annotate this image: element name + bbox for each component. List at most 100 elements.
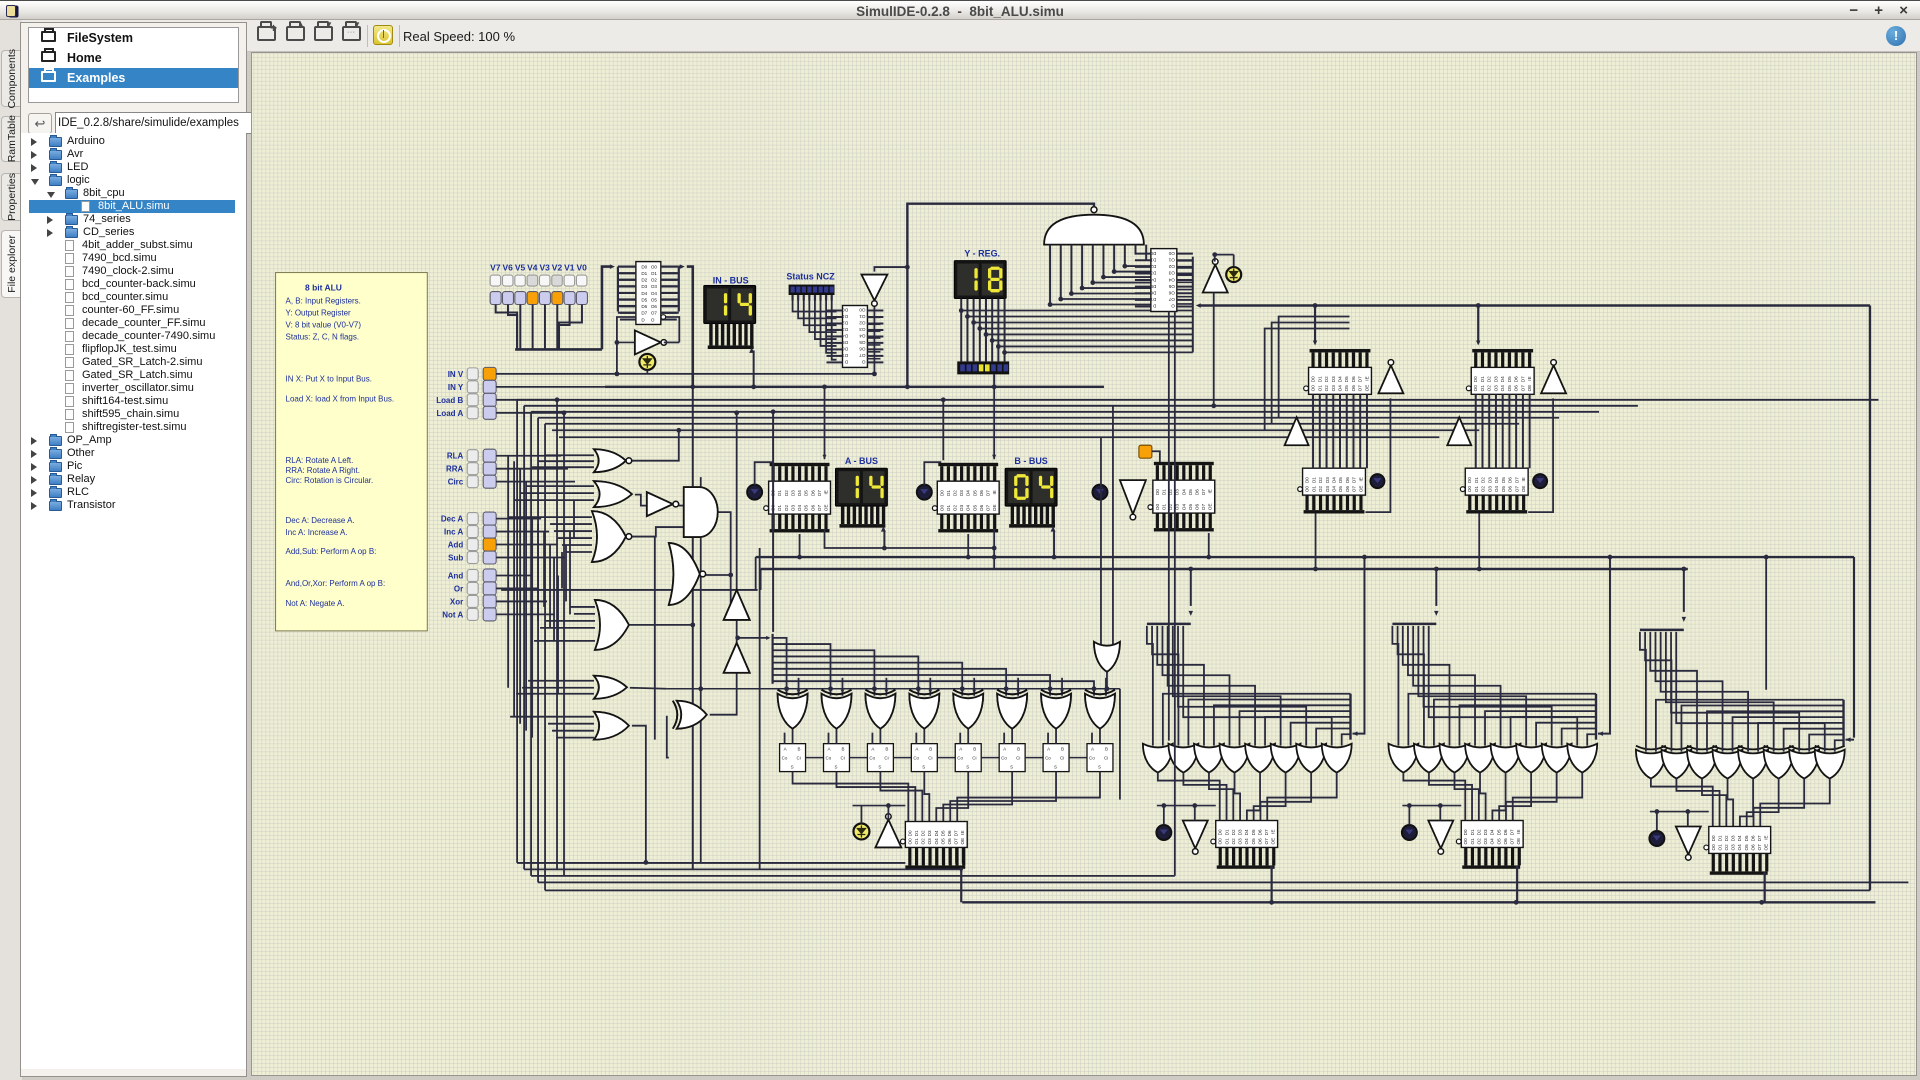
svg-text:O5: O5: [651, 297, 658, 302]
svg-text:D5: D5: [1744, 835, 1749, 841]
svg-text:D5: D5: [1150, 284, 1156, 289]
svg-text:O7: O7: [1520, 385, 1525, 392]
svg-text:O2: O2: [859, 321, 866, 326]
svg-text:D2: D2: [641, 278, 647, 283]
svg-text:D3: D3: [641, 284, 647, 289]
svg-text:D7: D7: [1150, 297, 1156, 302]
svg-text:D4: D4: [934, 830, 939, 836]
svg-text:D0: D0: [1463, 829, 1468, 835]
svg-text:OE: OE: [1516, 838, 1521, 845]
svg-text:Co: Co: [782, 756, 788, 761]
svg-text:D6: D6: [1195, 489, 1200, 495]
svg-text:A: A: [871, 747, 874, 752]
svg-text:O1: O1: [859, 314, 866, 319]
svg-text:O3: O3: [1331, 385, 1336, 392]
svg-text:D5: D5: [1251, 829, 1256, 835]
svg-text:D1: D1: [777, 490, 782, 496]
svg-text:Not A: Not A: [442, 610, 463, 619]
svg-text:D2: D2: [952, 490, 957, 496]
svg-text:S: S: [878, 765, 881, 770]
svg-text:O5: O5: [940, 838, 945, 845]
svg-text:V0: V0: [576, 263, 587, 273]
svg-text:D4: D4: [1181, 489, 1186, 495]
svg-text:D5: D5: [1501, 477, 1506, 483]
svg-text:D2: D2: [1487, 376, 1492, 382]
svg-text:O0: O0: [1311, 385, 1316, 392]
svg-text:D4: D4: [1494, 477, 1499, 483]
svg-text:D2: D2: [921, 830, 926, 836]
svg-text:OE: OE: [1271, 838, 1276, 845]
svg-text:O5: O5: [972, 505, 977, 512]
svg-text:D4: D4: [1244, 829, 1249, 835]
svg-text:D3: D3: [1731, 835, 1736, 841]
svg-text:D4: D4: [966, 490, 971, 496]
svg-text:O4: O4: [1337, 385, 1342, 392]
svg-text:D5: D5: [641, 297, 647, 302]
svg-text:D2: D2: [1476, 829, 1481, 835]
svg-text:B: B: [929, 747, 932, 752]
svg-text:D5: D5: [972, 490, 977, 496]
svg-text:D6: D6: [1351, 376, 1356, 382]
svg-text:Co: Co: [1001, 756, 1007, 761]
svg-text:Co: Co: [826, 756, 832, 761]
svg-text:Sub: Sub: [448, 554, 463, 563]
svg-text:Co: Co: [957, 756, 963, 761]
svg-text:OE: OE: [1358, 486, 1363, 493]
svg-text:D6: D6: [947, 830, 952, 836]
svg-text:Co: Co: [1089, 756, 1095, 761]
svg-text:D5: D5: [1507, 376, 1512, 382]
svg-text:O3: O3: [1493, 385, 1498, 392]
svg-text:B: B: [798, 747, 801, 752]
svg-text:O6: O6: [859, 347, 866, 352]
svg-text:OE: OE: [1208, 503, 1213, 510]
svg-text:O4: O4: [1500, 385, 1505, 392]
svg-text:A: A: [1003, 747, 1006, 752]
svg-text:O5: O5: [1507, 385, 1512, 392]
svg-text:Load A: Load A: [436, 409, 463, 418]
svg-text:O6: O6: [1508, 486, 1513, 493]
svg-text:D7: D7: [641, 311, 647, 316]
svg-text:D7: D7: [842, 353, 848, 358]
svg-text:O2: O2: [1324, 385, 1329, 392]
svg-text:O5: O5: [1168, 284, 1175, 289]
svg-text:A - BUS: A - BUS: [845, 456, 878, 466]
svg-text:O5: O5: [1744, 844, 1749, 851]
svg-text:O7: O7: [1757, 844, 1762, 851]
svg-text:D3: D3: [959, 490, 964, 496]
svg-text:IE: IE: [1358, 477, 1363, 481]
svg-text:D4: D4: [1490, 829, 1495, 835]
svg-text:D1: D1: [946, 490, 951, 496]
svg-text:IE: IE: [1521, 477, 1526, 481]
svg-text:O2: O2: [1318, 486, 1323, 493]
svg-text:D3: D3: [1238, 829, 1243, 835]
svg-text:Not A: Negate A.: Not A: Negate A.: [286, 599, 345, 608]
svg-text:OE: OE: [992, 504, 997, 511]
svg-text:O1: O1: [1311, 486, 1316, 493]
svg-text:D4: D4: [1500, 376, 1505, 382]
svg-text:D6: D6: [1257, 829, 1262, 835]
svg-text:D0: D0: [1150, 251, 1156, 256]
svg-text:O7: O7: [817, 505, 822, 512]
svg-text:O3: O3: [1325, 486, 1330, 493]
svg-text:IN X: Put X to Input Bus.: IN X: Put X to Input Bus.: [286, 374, 372, 383]
svg-text:S: S: [834, 765, 837, 770]
svg-text:O1: O1: [1480, 385, 1485, 392]
svg-text:A: A: [828, 747, 831, 752]
svg-text:IE: IE: [1364, 376, 1369, 380]
svg-text:V: 8 bit value (V0-V7): V: 8 bit value (V0-V7): [286, 320, 362, 329]
svg-text:D5: D5: [804, 490, 809, 496]
svg-text:O0: O0: [1473, 385, 1478, 392]
svg-text:D7: D7: [817, 490, 822, 496]
svg-text:D5: D5: [1338, 477, 1343, 483]
svg-text:O0: O0: [1168, 251, 1175, 256]
svg-text:D6: D6: [1150, 290, 1156, 295]
svg-text:O6: O6: [1195, 504, 1200, 511]
svg-text:OE: OE: [1364, 385, 1369, 392]
svg-text:O6: O6: [1503, 838, 1508, 845]
svg-text:O6: O6: [1750, 844, 1755, 851]
svg-text:D5: D5: [1344, 376, 1349, 382]
svg-text:D2: D2: [842, 321, 848, 326]
svg-text:B: B: [1105, 747, 1108, 752]
svg-text:D7: D7: [1510, 829, 1515, 835]
svg-text:Co: Co: [913, 756, 919, 761]
